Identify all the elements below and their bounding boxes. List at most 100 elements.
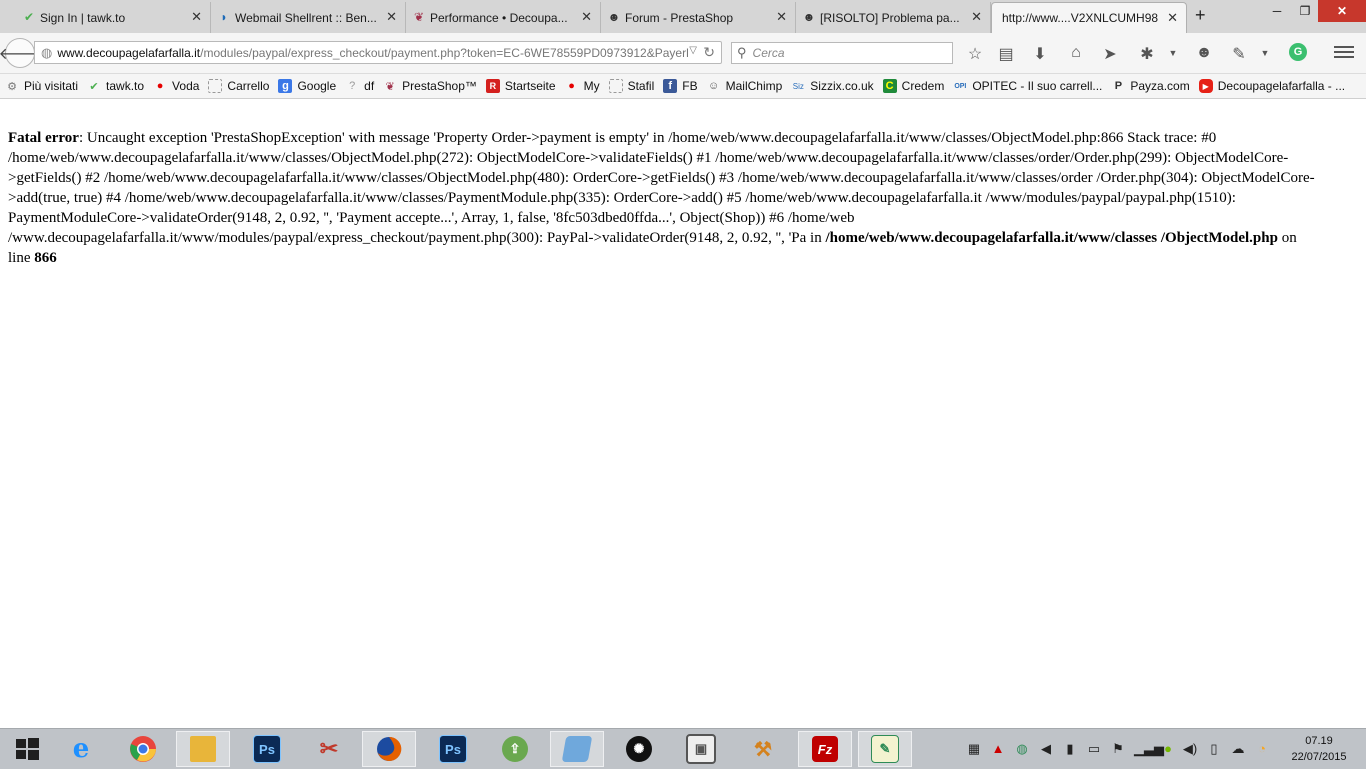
globe-icon[interactable]: ◍ [1014, 741, 1030, 757]
youtube-icon: ▶ [1198, 79, 1213, 93]
usb-icon[interactable]: ▮ [1062, 741, 1078, 757]
bookmark-item[interactable]: g Google [278, 79, 336, 93]
bookmark-item[interactable]: ? df [345, 79, 374, 93]
send-icon[interactable]: ➤ [1100, 44, 1120, 64]
search-field[interactable]: ⚲ Cerca [731, 42, 953, 64]
taskbar-app[interactable]: ⚒ [736, 731, 790, 767]
taskbar-app[interactable]: Ps [240, 731, 294, 767]
tab-2[interactable]: ❦ Performance • Decoupa... ✕ [408, 2, 601, 33]
bookmark-item[interactable]: R Startseite [485, 79, 556, 93]
battery-icon[interactable]: ☁ [1230, 741, 1246, 757]
tab-1[interactable]: ◗ Webmail Shellrent :: Ben... ✕ [213, 2, 406, 33]
tab-3[interactable]: ☻ Forum - PrestaShop ✕ [603, 2, 796, 33]
chevron-down-icon[interactable]: ▽ [689, 45, 697, 56]
chat-icon[interactable]: ☻ [1194, 44, 1214, 62]
reading-list-icon[interactable]: ▤ [996, 44, 1016, 64]
taskbar-app[interactable]: ✎ [858, 731, 912, 767]
error-line-number: 866 [34, 250, 57, 266]
close-icon[interactable]: ✕ [581, 9, 592, 25]
system-clock[interactable]: 07.19 22/07/2015 [1284, 733, 1354, 765]
upload-icon: ⇪ [502, 736, 528, 762]
close-icon[interactable]: ✕ [1167, 10, 1178, 26]
flag-icon[interactable]: ⚑ [1110, 741, 1126, 757]
close-window-button[interactable]: ✕ [1318, 0, 1366, 22]
firefox-icon [377, 736, 402, 761]
taskbar-app[interactable]: ✂ [302, 731, 356, 767]
tab-strip: ✔ Sign In | tawk.to ✕ ◗ Webmail Shellren… [0, 0, 1366, 33]
taskbar-app[interactable]: e [54, 731, 108, 767]
vodafone-icon: ● [568, 80, 575, 92]
chevron-down-icon[interactable]: ▼ [1163, 48, 1183, 58]
speaker-icon[interactable]: ◀ [1038, 741, 1054, 757]
navigation-bar: 🡐 ◍ www.decoupagelafarfalla.it /modules/… [0, 33, 1366, 74]
tab-4[interactable]: ☻ [RISOLTO] Problema pa... ✕ [798, 2, 991, 33]
volume-icon[interactable]: ◀) [1182, 741, 1198, 757]
tab-0[interactable]: ✔ Sign In | tawk.to ✕ [18, 2, 211, 33]
close-icon[interactable]: ✕ [971, 9, 982, 25]
bookmark-item[interactable]: OPI OPITEC - Il suo carrell... [953, 79, 1102, 93]
bookmark-item[interactable]: ● My [565, 79, 599, 93]
reload-icon[interactable]: ↻ [703, 44, 715, 61]
clock-date: 22/07/2015 [1291, 751, 1347, 763]
home-icon[interactable]: ⌂ [1066, 44, 1086, 62]
download-icon[interactable]: ⬇ [1030, 44, 1050, 64]
unknown-icon: ? [349, 80, 356, 92]
startseite-icon: R [485, 79, 500, 93]
taskbar-app[interactable]: ▣ [674, 731, 728, 767]
url-bar[interactable]: ◍ www.decoupagelafarfalla.it /modules/pa… [34, 41, 722, 64]
taskbar-app[interactable]: Fz [798, 731, 852, 767]
menu-button[interactable] [1334, 43, 1354, 61]
bookmark-item[interactable]: ✔ tawk.to [87, 79, 144, 93]
bookmark-item[interactable]: ● Voda [153, 79, 200, 93]
tiles-icon[interactable]: ▦ [966, 741, 982, 757]
paint-icon: ✂ [319, 736, 339, 761]
tab-title: Forum - PrestaShop [625, 10, 734, 25]
bookmark-item[interactable]: C Credem [882, 79, 944, 93]
prestashop-icon: ☻ [802, 10, 816, 24]
addon-icon[interactable]: ✱ [1137, 44, 1157, 64]
tab-5-active[interactable]: http://www....V2XNLCUMH98 ✕ [991, 2, 1187, 33]
close-icon[interactable]: ✕ [386, 9, 397, 25]
opitec-icon: OPI [954, 82, 967, 90]
network-icon[interactable]: ▯ [1206, 741, 1222, 757]
tools-icon[interactable]: ✎ [1229, 44, 1249, 64]
taskbar-app[interactable]: ⇪ [488, 731, 542, 767]
avast-icon[interactable]: ◔ [1254, 741, 1270, 756]
bookmark-item[interactable]: ▶ Decoupagelafarfalla - ... [1198, 79, 1345, 93]
google-icon: g [278, 79, 293, 93]
taskbar-app[interactable]: ✺ [612, 731, 666, 767]
signal-icon[interactable]: ▁▃▅ [1134, 741, 1164, 757]
bookmark-label: Sizzix.co.uk [810, 79, 874, 93]
bookmark-item[interactable]: ☺ MailChimp [707, 79, 782, 93]
taskbar-app[interactable] [116, 731, 170, 767]
bookmark-item[interactable]: ⚙ Più visitati [5, 79, 78, 93]
taskbar-app-firefox[interactable] [362, 731, 416, 767]
bookmark-item[interactable]: Carrello [208, 79, 269, 93]
taskbar-app[interactable]: Ps [426, 731, 480, 767]
bookmark-item[interactable]: P Payza.com [1111, 79, 1190, 93]
internet-explorer-icon: e [72, 734, 90, 764]
close-icon[interactable]: ✕ [776, 9, 787, 25]
minimize-button[interactable]: ─ [1262, 0, 1292, 22]
windows-start-button[interactable] [0, 731, 54, 767]
maximize-button[interactable]: ❐ [1292, 0, 1318, 22]
close-icon[interactable]: ✕ [191, 9, 202, 25]
pdf-icon[interactable]: ▲ [990, 741, 1006, 756]
error-file: /home/web/www.decoupagelafarfalla.it/www… [825, 230, 1278, 246]
bookmark-item[interactable]: Siz Sizzix.co.uk [791, 79, 874, 93]
bookmark-item[interactable]: Stafil [608, 79, 654, 93]
back-button[interactable]: 🡐 [0, 38, 41, 68]
taskbar-app[interactable] [550, 731, 604, 767]
chevron-down-icon[interactable]: ▼ [1255, 48, 1275, 58]
search-placeholder: Cerca [752, 46, 785, 60]
new-tab-button[interactable]: + [1195, 5, 1206, 26]
bookmark-item[interactable]: ❦ PrestaShop™ [383, 79, 477, 93]
star-icon[interactable]: ☆ [965, 44, 985, 64]
nvidia-icon[interactable]: ● [1160, 741, 1176, 756]
gear-icon: ⚙ [7, 80, 17, 93]
media-icon: ▣ [686, 734, 716, 764]
grammarly-icon[interactable]: G [1289, 43, 1307, 61]
taskbar-app[interactable] [176, 731, 230, 767]
display-icon[interactable]: ▭ [1086, 741, 1102, 757]
bookmark-item[interactable]: f FB [663, 79, 698, 93]
